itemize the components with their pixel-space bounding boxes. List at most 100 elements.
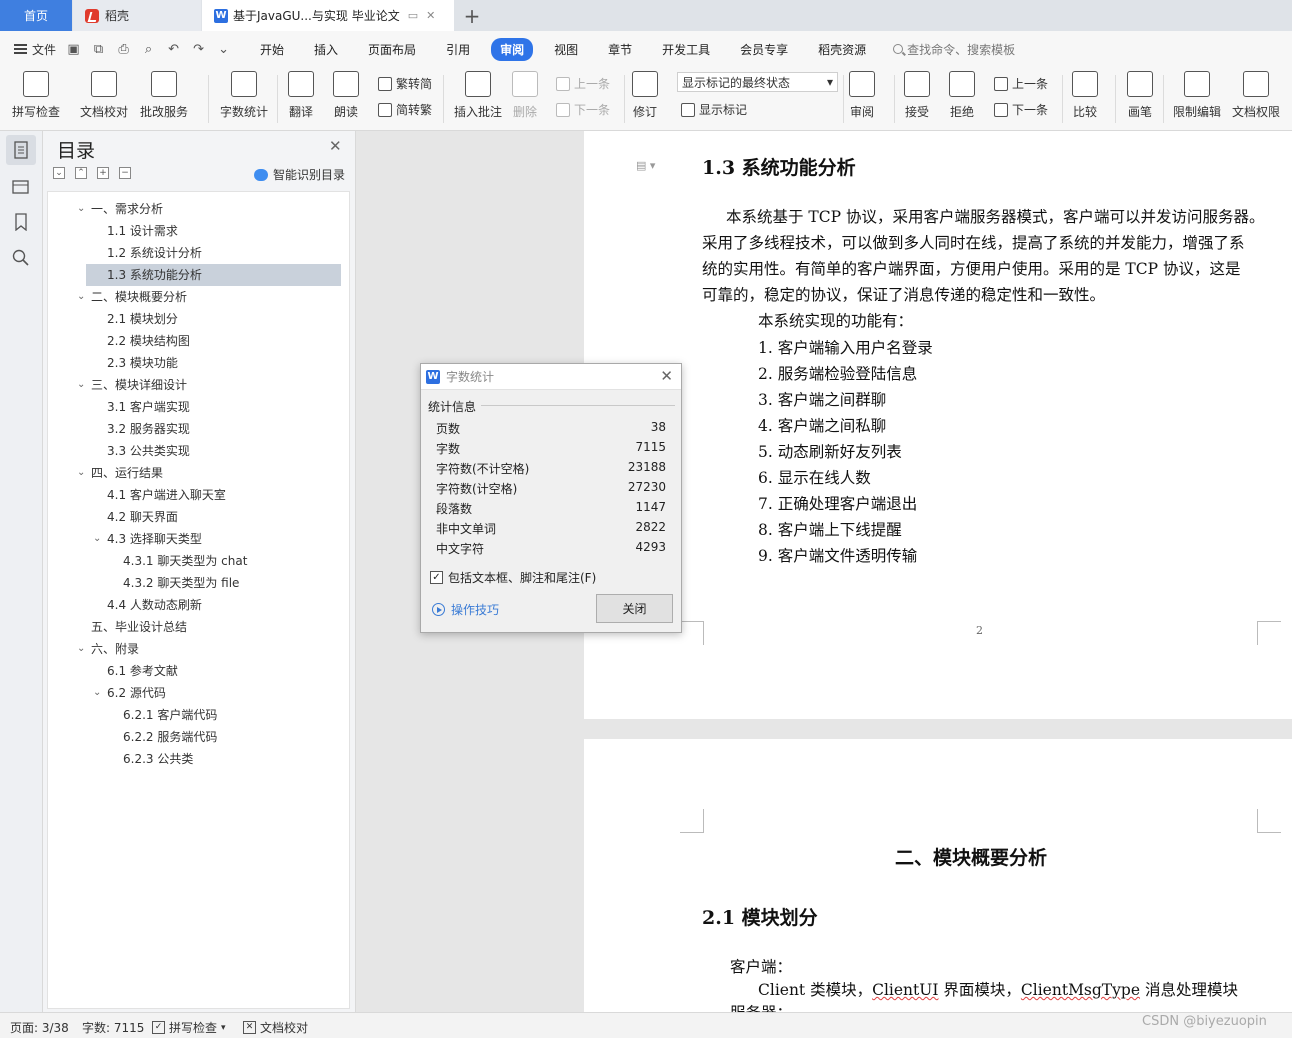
menu-review[interactable]: 审阅 bbox=[491, 37, 534, 61]
tab-document[interactable]: W 基于JavaGU...与实现 毕业论文 ▭ ✕ bbox=[202, 0, 454, 31]
doc-proof-button[interactable]: 文档校对 bbox=[80, 71, 128, 120]
page-indicator[interactable]: 页面: 3/38 bbox=[10, 1019, 69, 1036]
word-count-indicator[interactable]: 字数: 7115 bbox=[82, 1019, 144, 1036]
compare-button[interactable]: 比较 bbox=[1072, 71, 1098, 120]
toc-item[interactable]: 4.1 客户端进入聊天室 bbox=[86, 484, 341, 506]
command-search[interactable]: 查找命令、搜索模板 bbox=[893, 41, 1015, 58]
delete-comment-button[interactable]: 删除 bbox=[512, 71, 538, 120]
accept-button[interactable]: 接受 bbox=[904, 71, 930, 120]
word-count-button[interactable]: 字数统计 bbox=[220, 71, 268, 120]
outline-pane-button[interactable] bbox=[12, 177, 30, 195]
menu-insert[interactable]: 插入 bbox=[305, 38, 347, 61]
spellcheck-button[interactable]: 拼写检查 bbox=[12, 71, 60, 120]
find-pane-button[interactable] bbox=[12, 249, 30, 267]
toc-item[interactable]: ⌄ 4.3 选择聊天类型 bbox=[86, 528, 341, 550]
toc-item[interactable]: 1.2 系统设计分析 bbox=[86, 242, 341, 264]
dialog-titlebar[interactable]: W 字数统计 bbox=[421, 364, 681, 390]
chevron-down-icon[interactable]: ⌄ bbox=[93, 528, 105, 550]
trad-to-simp-button[interactable]: 繁转简 bbox=[378, 75, 432, 92]
toc-item[interactable]: 4.4 人数动态刷新 bbox=[86, 594, 341, 616]
close-icon[interactable]: ✕ bbox=[329, 137, 342, 155]
undo-icon[interactable]: ↶ bbox=[166, 42, 181, 57]
toc-item[interactable]: ⌄ 二、模块概要分析 bbox=[77, 286, 341, 308]
toc-item[interactable]: 2.3 模块功能 bbox=[86, 352, 341, 374]
pen-button[interactable]: 画笔 bbox=[1127, 71, 1153, 120]
menu-developer[interactable]: 开发工具 bbox=[653, 38, 719, 61]
toc-item[interactable]: 2.1 模块划分 bbox=[86, 308, 341, 330]
chevron-down-icon[interactable]: ⌄ bbox=[93, 682, 105, 704]
toc-item[interactable]: 4.3.2 聊天类型为 file bbox=[86, 572, 341, 594]
menu-daoke-resources[interactable]: 稻壳资源 bbox=[809, 38, 875, 61]
doc-permission-button[interactable]: 文档权限 bbox=[1232, 71, 1280, 120]
tab-daoke[interactable]: 稻壳 bbox=[73, 0, 201, 31]
toc-item[interactable]: 6.2.2 服务端代码 bbox=[86, 726, 341, 748]
page-options-icon[interactable]: ▤ ▾ bbox=[636, 159, 655, 172]
add-heading-icon[interactable]: + bbox=[97, 167, 109, 179]
show-markup-button[interactable]: 显示标记 bbox=[681, 101, 747, 118]
print-icon[interactable]: ⎙ bbox=[116, 42, 131, 57]
toc-pane-button[interactable] bbox=[6, 135, 36, 165]
remove-heading-icon[interactable]: − bbox=[119, 167, 131, 179]
menu-references[interactable]: 引用 bbox=[437, 38, 479, 61]
toc-item[interactable]: 3.3 公共类实现 bbox=[86, 440, 341, 462]
next-comment-button[interactable]: 下一条 bbox=[556, 101, 610, 118]
insert-comment-button[interactable]: 插入批注 bbox=[454, 71, 502, 120]
toc-item[interactable]: ⌄ 三、模块详细设计 bbox=[77, 374, 341, 396]
annot-service-button[interactable]: 批改服务 bbox=[140, 71, 188, 120]
smart-toc-button[interactable]: 智能识别目录 bbox=[254, 166, 345, 183]
chevron-down-icon[interactable]: ⌄ bbox=[77, 286, 89, 308]
file-menu[interactable]: 文件 bbox=[0, 41, 56, 58]
bookmark-pane-button[interactable] bbox=[12, 213, 30, 232]
chevron-down-icon[interactable]: ⌄ bbox=[77, 462, 89, 484]
toc-item[interactable]: 五、毕业设计总结 bbox=[86, 616, 341, 638]
review-pane-button[interactable]: 审阅 bbox=[849, 71, 875, 120]
toc-item[interactable]: 1.3 系统功能分析 bbox=[86, 264, 341, 286]
toc-item[interactable]: 6.2.3 公共类 bbox=[86, 748, 341, 770]
spellcheck-status[interactable]: ✓ 拼写检查 ▾ bbox=[152, 1019, 226, 1036]
translate-button[interactable]: 翻译 bbox=[288, 71, 314, 120]
menu-page-layout[interactable]: 页面布局 bbox=[359, 38, 425, 61]
menu-view[interactable]: 视图 bbox=[545, 38, 587, 61]
prev-change-button[interactable]: 上一条 bbox=[994, 75, 1048, 92]
read-aloud-button[interactable]: 朗读 bbox=[333, 71, 359, 120]
pin-icon[interactable]: ▭ bbox=[408, 9, 418, 22]
simp-to-trad-button[interactable]: 简转繁 bbox=[378, 101, 432, 118]
markup-state-select[interactable]: 显示标记的最终状态 ▾ bbox=[677, 72, 838, 92]
next-change-button[interactable]: 下一条 bbox=[994, 101, 1048, 118]
save-icon[interactable]: ▣ bbox=[66, 42, 81, 57]
close-tab-icon[interactable]: ✕ bbox=[426, 9, 435, 22]
export-icon[interactable]: ⧉ bbox=[91, 42, 106, 57]
toc-item[interactable]: 4.3.1 聊天类型为 chat bbox=[86, 550, 341, 572]
menu-member[interactable]: 会员专享 bbox=[731, 38, 797, 61]
redo-icon[interactable]: ↷ bbox=[191, 42, 206, 57]
toc-item[interactable]: ⌄ 六、附录 bbox=[77, 638, 341, 660]
collapse-all-icon[interactable]: ⌄ bbox=[53, 167, 65, 179]
toc-item[interactable]: ⌄ 四、运行结果 bbox=[77, 462, 341, 484]
menu-chapter[interactable]: 章节 bbox=[599, 38, 641, 61]
toc-item[interactable]: 6.2.1 客户端代码 bbox=[86, 704, 341, 726]
chevron-down-icon[interactable]: ⌄ bbox=[77, 638, 89, 660]
include-textbox-checkbox[interactable]: ✓ 包括文本框、脚注和尾注(F) bbox=[430, 569, 596, 586]
toc-item[interactable]: 6.1 参考文献 bbox=[86, 660, 341, 682]
restrict-edit-button[interactable]: 限制编辑 bbox=[1173, 71, 1221, 120]
reject-button[interactable]: 拒绝 bbox=[949, 71, 975, 120]
menu-start[interactable]: 开始 bbox=[251, 38, 293, 61]
toc-item[interactable]: 3.1 客户端实现 bbox=[86, 396, 341, 418]
toc-item[interactable]: 1.1 设计需求 bbox=[86, 220, 341, 242]
tab-home[interactable]: 首页 bbox=[0, 0, 72, 31]
close-icon[interactable]: ✕ bbox=[660, 367, 673, 385]
toc-item[interactable]: 3.2 服务器实现 bbox=[86, 418, 341, 440]
toc-item[interactable]: 4.2 聊天界面 bbox=[86, 506, 341, 528]
chevron-down-icon[interactable]: ⌄ bbox=[77, 198, 89, 220]
track-changes-button[interactable]: 修订 bbox=[632, 71, 658, 120]
chevron-down-icon[interactable]: ⌄ bbox=[77, 374, 89, 396]
toc-item[interactable]: 2.2 模块结构图 bbox=[86, 330, 341, 352]
expand-all-icon[interactable]: ⌃ bbox=[75, 167, 87, 179]
preview-icon[interactable]: ⌕ bbox=[141, 42, 156, 57]
toc-item[interactable]: ⌄ 6.2 源代码 bbox=[86, 682, 341, 704]
close-dialog-button[interactable]: 关闭 bbox=[596, 594, 673, 623]
new-tab-button[interactable]: + bbox=[460, 0, 484, 31]
tips-link[interactable]: 操作技巧 bbox=[432, 601, 499, 618]
more-icon[interactable]: ⌄ bbox=[216, 42, 231, 57]
proof-status[interactable]: ✕ 文档校对 bbox=[243, 1019, 308, 1036]
